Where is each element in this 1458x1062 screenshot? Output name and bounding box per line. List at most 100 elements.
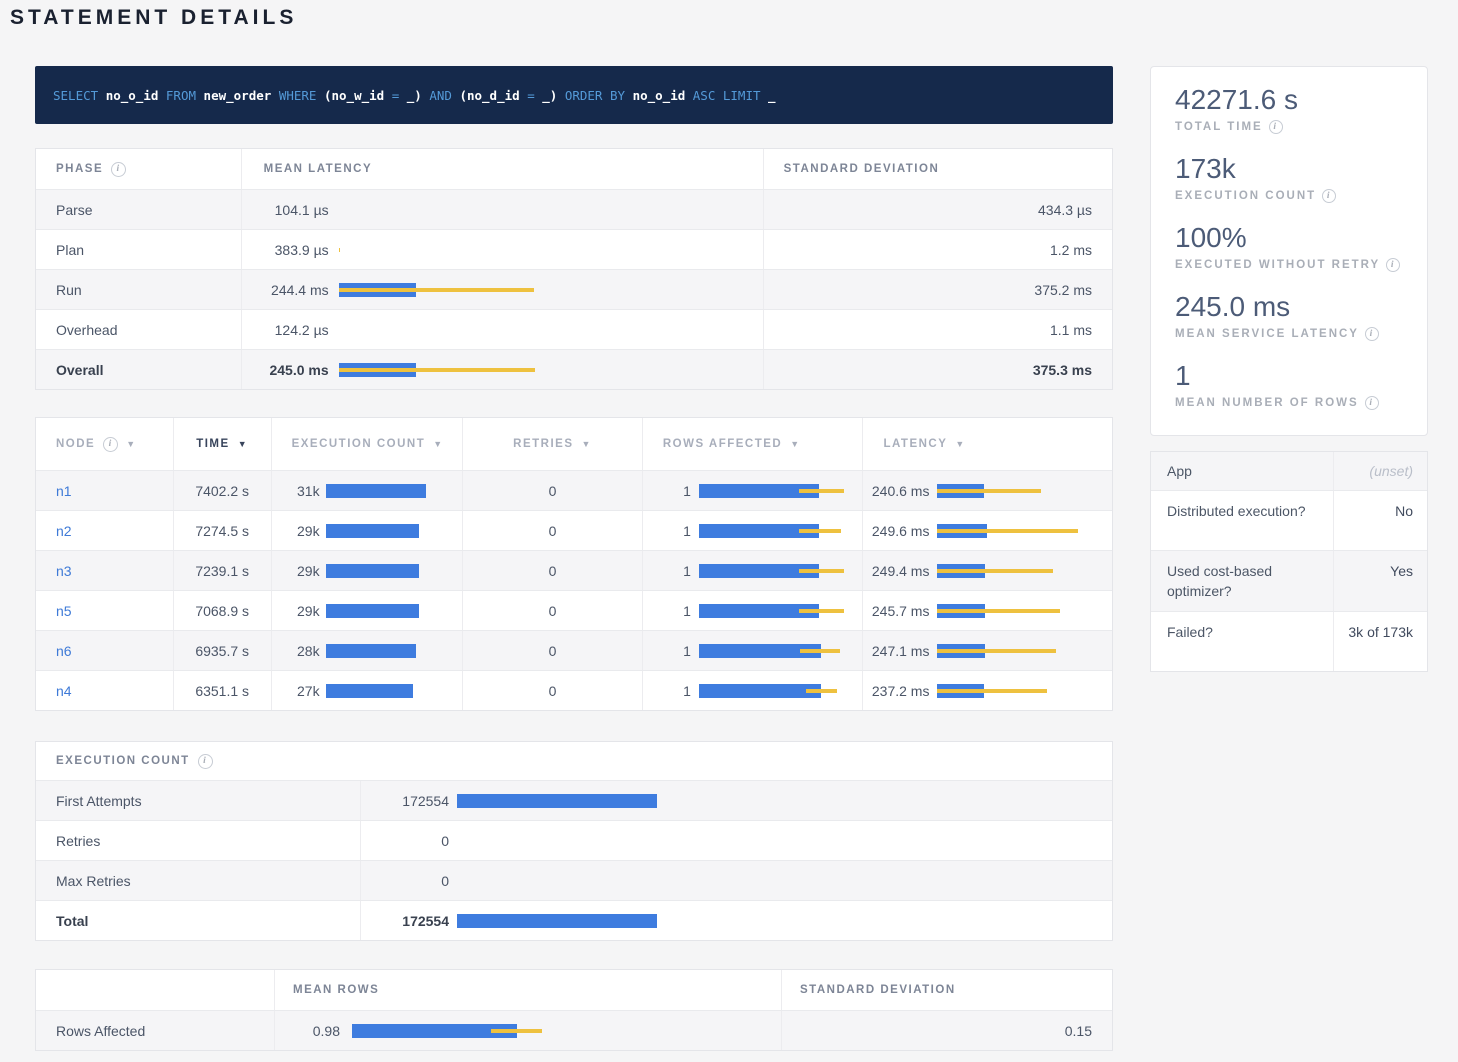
stddev-whisker [339,368,535,372]
latency-bar [937,684,1087,698]
info-icon[interactable]: i [1365,396,1379,410]
info-icon[interactable]: i [103,437,118,452]
node-link[interactable]: n6 [56,643,72,659]
execution-count-bar [326,684,426,698]
executed-without-retry-stat: 100% EXECUTED WITHOUT RETRYi [1175,221,1403,290]
rows-affected-cell: 1 [642,471,863,510]
sort-icon[interactable]: ▼ [238,439,248,449]
std-dev-cell: 375.3 ms [763,350,1112,389]
time-cell: 6351.1 s [173,671,271,710]
rows-affected-bar [699,684,844,698]
count-bar [457,914,657,928]
execution-count-table-header: EXECUTION COUNT i [36,742,1112,780]
mean-latency-cell: 245.0 ms [241,350,763,389]
rows-affected-bar [699,524,844,538]
mean-latency-cell: 124.2 µs [241,310,763,349]
rows-affected-cell: 1 [642,631,863,670]
time-column-header[interactable]: TIME ▼ [173,418,271,470]
node-column-header[interactable]: NODE i ▼ [36,418,173,470]
latency-cell: 240.6 ms [862,471,1112,510]
node-link[interactable]: n3 [56,563,72,579]
side-column: 42271.6 s TOTAL TIMEi 173k EXECUTION COU… [1150,66,1428,672]
latency-bar [339,323,535,337]
execution-count-stat: 173k EXECUTION COUNTi [1175,152,1403,221]
rows-affected-bar [699,644,844,658]
rows-affected-cell: 1 [642,591,863,630]
mean-latency-cell: 383.9 µs [241,230,763,269]
statement-info-table: App (unset) Distributed execution? No Us… [1150,451,1428,672]
sort-icon[interactable]: ▼ [790,439,800,449]
stddev-whisker [339,288,535,292]
mean-rows-cell: 0.98 [274,1011,781,1050]
row-label: Rows Affected [36,1011,274,1050]
app-value: (unset) [1333,452,1427,490]
node-link[interactable]: n1 [56,483,72,499]
sql-statement-box: SELECT no_o_id FROM new_order WHERE (no_… [35,66,1113,124]
mean-latency-column-header: MEAN LATENCY [241,149,763,189]
retries-cell: 0 [462,471,642,510]
node-link[interactable]: n4 [56,683,72,699]
rows-affected-column-header[interactable]: ROWS AFFECTED ▼ [642,418,863,470]
sort-icon[interactable]: ▼ [126,439,136,449]
sort-icon[interactable]: ▼ [582,439,592,449]
info-icon[interactable]: i [1269,120,1283,134]
row-label: Max Retries [36,861,360,900]
row-label: Retries [36,821,360,860]
sort-icon[interactable]: ▼ [433,439,443,449]
row-label: Total [36,901,360,940]
node-stats-table: NODE i ▼ TIME ▼ EXECUTION COUNT ▼ RETRIE… [35,417,1113,711]
rows-affected-bar [699,604,844,618]
execution-count-cell: 27k [271,671,463,710]
table-row: Run 244.4 ms 375.2 ms [36,269,1112,309]
time-cell: 6935.7 s [173,631,271,670]
time-cell: 7239.1 s [173,551,271,590]
phase-cell: Parse [36,190,241,229]
count-bar [457,834,657,848]
execution-count-bar [326,644,426,658]
count-cell: 172554 [360,901,1112,940]
retries-column-header[interactable]: RETRIES ▼ [462,418,642,470]
table-row: Retries 0 [36,820,1112,860]
latency-column-header[interactable]: LATENCY ▼ [862,418,1112,470]
count-bar [457,874,657,888]
std-dev-cell: 1.1 ms [763,310,1112,349]
latency-bar [937,524,1087,538]
std-dev-cell: 434.3 µs [763,190,1112,229]
distributed-execution-value: No [1333,491,1427,550]
phase-cell: Overall [36,350,241,389]
table-row: Total 172554 [36,900,1112,940]
distributed-execution-row: Distributed execution? No [1151,490,1427,550]
execution-count-cell: 29k [271,551,463,590]
rows-affected-table: MEAN ROWS STANDARD DEVIATION Rows Affect… [35,969,1113,1051]
sort-icon[interactable]: ▼ [955,439,965,449]
retries-cell: 0 [462,591,642,630]
execution-count-title: EXECUTION COUNT i [36,742,360,780]
phase-column-header: PHASE i [36,149,241,189]
main-column: SELECT no_o_id FROM new_order WHERE (no_… [35,66,1113,1051]
app-row: App (unset) [1151,452,1427,490]
info-icon[interactable]: i [1365,327,1379,341]
rows-affected-cell: 1 [642,511,863,550]
execution-count-cell: 29k [271,511,463,550]
std-deviation-column-header: STANDARD DEVIATION [781,970,1112,1010]
execution-count-column-header[interactable]: EXECUTION COUNT ▼ [271,418,463,470]
phase-cell: Overhead [36,310,241,349]
mean-rows-column-header: MEAN ROWS [274,970,781,1010]
latency-bar [339,283,535,297]
node-link[interactable]: n5 [56,603,72,619]
info-icon[interactable]: i [1386,258,1400,272]
node-link[interactable]: n2 [56,523,72,539]
retries-cell: 0 [462,511,642,550]
info-icon[interactable]: i [1322,189,1336,203]
info-icon[interactable]: i [111,162,126,177]
std-deviation-column-header: STANDARD DEVIATION [763,149,1112,189]
node-table-header-row: NODE i ▼ TIME ▼ EXECUTION COUNT ▼ RETRIE… [36,418,1112,470]
sql-statement-text: SELECT no_o_id FROM new_order WHERE (no_… [53,88,776,103]
latency-cell: 247.1 ms [862,631,1112,670]
info-icon[interactable]: i [198,754,213,769]
row-label: First Attempts [36,781,360,820]
phase-cell: Plan [36,230,241,269]
retries-cell: 0 [462,551,642,590]
std-dev-cell: 1.2 ms [763,230,1112,269]
table-row: n1 7402.2 s 31k 0 1 240.6 ms [36,470,1112,510]
